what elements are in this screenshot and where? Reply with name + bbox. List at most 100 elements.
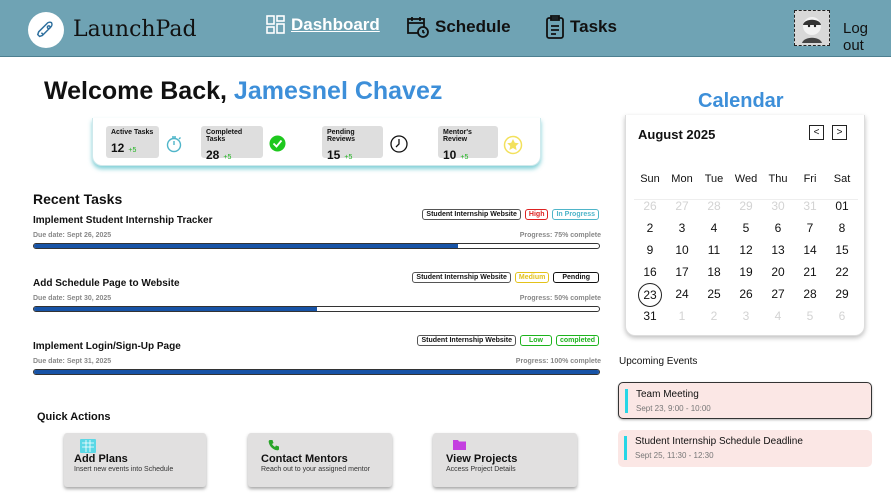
calendar-day-number: 23 <box>638 283 662 307</box>
calendar-day[interactable]: 28 <box>794 283 826 305</box>
calendar-day[interactable]: 5 <box>730 217 762 239</box>
stat-completed-tasks[interactable]: Completed Tasks 28 +5 <box>201 126 263 162</box>
calendar-day[interactable]: 6 <box>762 217 794 239</box>
priority-tag: High <box>524 209 549 220</box>
calendar-day[interactable]: 20 <box>762 261 794 283</box>
project-tag: Student Internship Website <box>417 335 516 346</box>
event-item[interactable]: Student Internship Schedule Deadline Sep… <box>618 430 872 467</box>
calendar-day[interactable]: 7 <box>794 217 826 239</box>
project-tag: Student Internship Website <box>412 272 511 283</box>
calendar-day-number: 10 <box>675 243 689 257</box>
rocket-logo-icon[interactable] <box>28 12 64 48</box>
calendar-day[interactable]: 29 <box>826 283 858 305</box>
user-name: Jamesnel Chavez <box>233 77 443 105</box>
project-tag: Student Internship Website <box>422 209 521 220</box>
task-due-date: Due date: Sept 26, 2025 <box>33 232 112 239</box>
planner-icon <box>80 439 96 453</box>
calendar-next-button[interactable]: > <box>832 125 847 140</box>
nav-dashboard[interactable]: Dashboard <box>266 15 380 35</box>
clock-icon <box>390 135 408 153</box>
nav-schedule[interactable]: Schedule <box>406 15 511 39</box>
calendar-day-number: 01 <box>835 199 849 213</box>
stat-delta: +5 <box>344 154 353 161</box>
calendar-day[interactable]: 18 <box>698 261 730 283</box>
calendar-day-name: Mon <box>671 173 693 185</box>
task-progress-text: Progress: 100% complete <box>515 358 601 365</box>
calendar-day[interactable]: 17 <box>666 261 698 283</box>
calendar-grid: Sun Mon Tue Wed Thu Fri Sat 26 27 28 29 30 31 01 2 3 4 5 6… <box>634 173 858 327</box>
calendar-day[interactable]: 4 <box>762 305 794 327</box>
calendar-day[interactable]: 6 <box>826 305 858 327</box>
view-projects-button[interactable]: View Projects Access Project Details <box>433 433 577 487</box>
dashboard-grid-icon <box>266 15 285 34</box>
calendar-day[interactable]: 21 <box>794 261 826 283</box>
calendar-day[interactable]: 11 <box>698 239 730 261</box>
brand-name[interactable]: LaunchPad <box>73 17 197 42</box>
calendar-day[interactable]: 15 <box>826 239 858 261</box>
task-item[interactable]: Implement Login/Sign-Up Page Student Int… <box>33 335 601 391</box>
calendar-day[interactable]: 01 <box>826 195 858 217</box>
calendar-day[interactable]: 24 <box>666 283 698 305</box>
nav-tasks-label: Tasks <box>570 17 617 36</box>
calendar-day[interactable]: 26 <box>634 195 666 217</box>
calendar-day[interactable]: 27 <box>762 283 794 305</box>
task-progress-bar <box>33 243 600 249</box>
stat-delta: +5 <box>223 154 232 161</box>
calendar-day[interactable]: 2 <box>634 217 666 239</box>
stat-delta: +5 <box>128 147 137 154</box>
calendar-day[interactable]: 2 <box>698 305 730 327</box>
task-due-date: Due date: Sept 31, 2025 <box>33 358 112 365</box>
calendar-day[interactable]: 9 <box>634 239 666 261</box>
calendar-day[interactable]: 14 <box>794 239 826 261</box>
calendar-day[interactable]: 30 <box>762 195 794 217</box>
task-item[interactable]: Add Schedule Page to Website Student Int… <box>33 272 601 328</box>
calendar-day[interactable]: 28 <box>698 195 730 217</box>
nav-dashboard-label: Dashboard <box>291 15 380 34</box>
calendar-day[interactable]: 29 <box>730 195 762 217</box>
calendar-day[interactable]: 19 <box>730 261 762 283</box>
event-item[interactable]: Team Meeting Sept 23, 9:00 - 10:00 <box>618 382 872 419</box>
logout-button[interactable]: Log out <box>843 20 891 54</box>
stat-mentors-review[interactable]: Mentor's Review 10 +5 <box>438 126 498 162</box>
calendar-day[interactable]: 3 <box>666 217 698 239</box>
task-tags: Student Internship Website High In Progr… <box>422 209 599 220</box>
user-avatar[interactable] <box>794 10 830 46</box>
calendar-day[interactable]: 13 <box>762 239 794 261</box>
calendar-day[interactable]: 31 <box>634 305 666 327</box>
event-marker <box>624 436 627 460</box>
calendar-day-number: 27 <box>771 287 785 301</box>
calendar-day[interactable]: 22 <box>826 261 858 283</box>
calendar-day[interactable]: 8 <box>826 217 858 239</box>
progress-fill <box>34 307 317 311</box>
quick-action-desc: Insert new events into Schedule <box>74 466 174 473</box>
task-due-date: Due date: Sept 30, 2025 <box>33 295 112 302</box>
calendar-day[interactable]: 26 <box>730 283 762 305</box>
quick-action-desc: Reach out to your assigned mentor <box>261 466 370 473</box>
stat-pending-reviews[interactable]: Pending Reviews 15 +5 <box>322 126 383 162</box>
calendar-day[interactable]: 4 <box>698 217 730 239</box>
contact-mentors-button[interactable]: Contact Mentors Reach out to your assign… <box>248 433 392 487</box>
calendar-day[interactable]: 16 <box>634 261 666 283</box>
calendar-day[interactable]: 5 <box>794 305 826 327</box>
task-progress-text: Progress: 50% complete <box>519 295 601 302</box>
add-plans-button[interactable]: Add Plans Insert new events into Schedul… <box>64 433 206 487</box>
calendar-day[interactable]: 31 <box>794 195 826 217</box>
nav-tasks[interactable]: Tasks <box>545 15 617 39</box>
calendar-day-number: 8 <box>838 221 846 235</box>
calendar-day[interactable]: 1 <box>666 305 698 327</box>
calendar-prev-button[interactable]: < <box>809 125 824 140</box>
task-item[interactable]: Implement Student Internship Tracker Stu… <box>33 209 601 265</box>
welcome-greeting: Welcome Back, <box>44 77 227 105</box>
stat-active-tasks[interactable]: Active Tasks 12 +5 <box>106 126 159 158</box>
event-title: Student Internship Schedule Deadline <box>635 436 803 447</box>
calendar-day-number: 11 <box>707 243 721 257</box>
calendar-day[interactable]: 25 <box>698 283 730 305</box>
calendar-day[interactable]: 10 <box>666 239 698 261</box>
calendar-day-number: 18 <box>707 265 721 279</box>
calendar-day[interactable]: 3 <box>730 305 762 327</box>
task-progress-bar <box>33 306 600 312</box>
calendar-day-today[interactable]: 23 <box>634 283 666 307</box>
calendar-day-number: 6 <box>774 221 782 235</box>
calendar-day[interactable]: 27 <box>666 195 698 217</box>
calendar-day[interactable]: 12 <box>730 239 762 261</box>
